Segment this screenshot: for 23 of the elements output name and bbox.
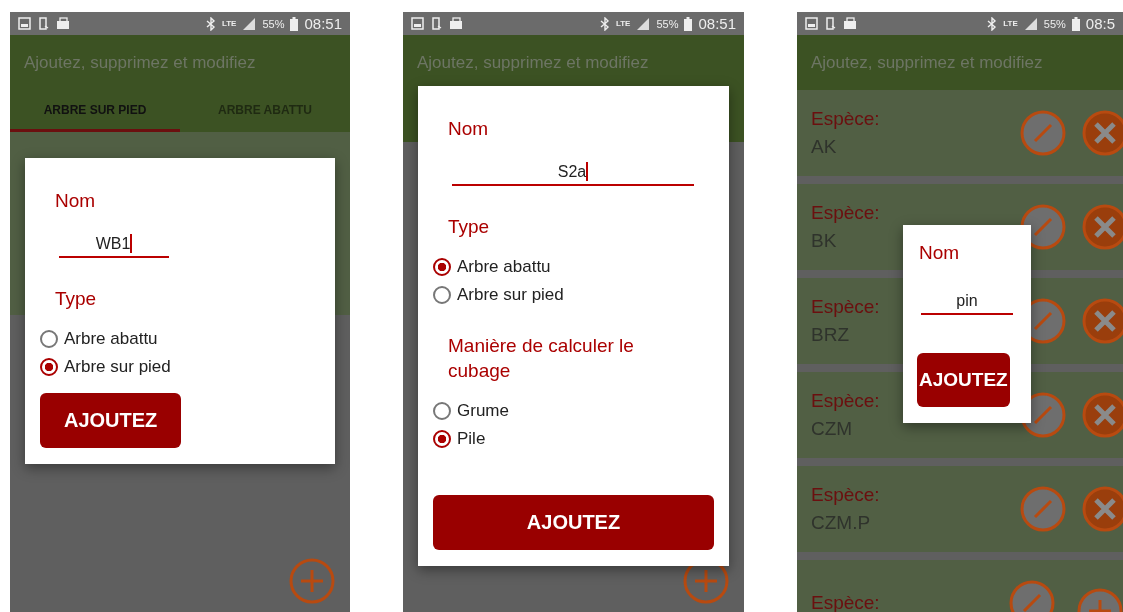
name-label: Nom — [448, 118, 489, 140]
network-type: LTE — [221, 19, 237, 28]
app-title: Ajoutez, supprimez et modifiez — [417, 52, 649, 73]
species-label: Espèce: — [811, 202, 880, 224]
section-heading: Manière de calculer le cubage — [448, 334, 635, 383]
battery-level: 55% — [656, 17, 679, 30]
battery-level: 55% — [1043, 17, 1066, 30]
section-heading: Type — [448, 215, 490, 239]
clock-time: 08:51 — [698, 15, 736, 32]
network-type: LTE — [615, 19, 631, 28]
species-label: Espèce: — [811, 108, 880, 130]
network-type: LTE — [1003, 19, 1018, 28]
name-label: Nom — [919, 242, 960, 264]
species-label: Espèce: — [811, 296, 880, 318]
name-label: Nom — [55, 190, 96, 212]
section-heading: Type — [55, 287, 97, 311]
battery-level: 55% — [262, 17, 285, 30]
species-label: Espèce: — [811, 390, 880, 412]
app-title: Ajoutez, supprimez et modifiez — [24, 52, 256, 73]
app-title: Ajoutez, supprimez et modifiez — [811, 52, 1043, 73]
clock-time: 08:51 — [304, 15, 342, 32]
species-label: Espèce: — [811, 484, 880, 506]
clock-time: 08:5 — [1085, 15, 1115, 32]
